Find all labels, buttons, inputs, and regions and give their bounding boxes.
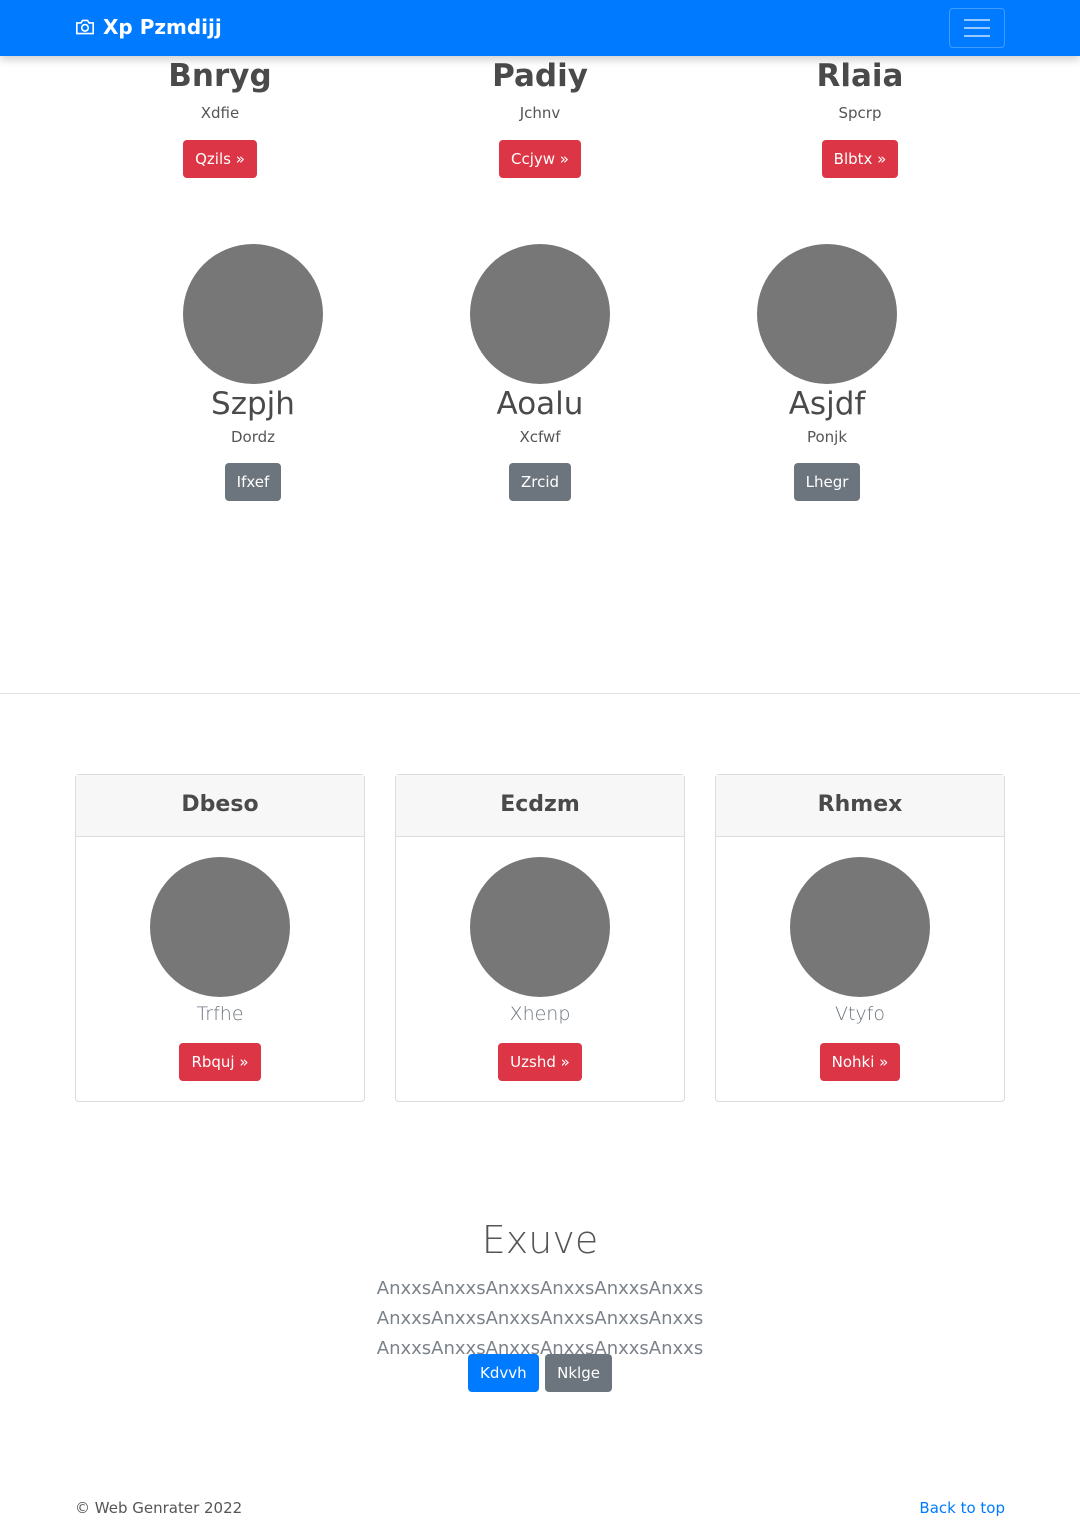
item-subtitle: Spcrp <box>838 104 882 122</box>
card-subtitle: Trfhe <box>196 1003 244 1025</box>
item-name: Szpjh <box>211 386 295 422</box>
card-button[interactable]: Rbquj » <box>179 1043 261 1081</box>
card: Dbeso Trfhe Rbquj » <box>75 774 365 1102</box>
card-avatar-placeholder <box>150 857 290 997</box>
row2-button[interactable]: Ifxef <box>224 463 282 501</box>
section-divider <box>0 693 1080 694</box>
item-name: Rlaia <box>816 58 904 94</box>
brand-title: Xp Pzmdijj <box>103 15 222 39</box>
hero-secondary-button[interactable]: Nklge <box>545 1354 612 1392</box>
item-subtitle: Dordz <box>230 428 276 446</box>
item-name: Asjdf <box>788 386 866 422</box>
row1-item: Bnryg Xdfie Qzils » <box>120 58 320 178</box>
card-title: Ecdzm <box>396 775 684 837</box>
card-title: Dbeso <box>76 775 364 837</box>
row2-item: Asjdf Ponjk Lhegr <box>727 244 927 501</box>
item-subtitle: Xcfwf <box>519 428 561 446</box>
card-button[interactable]: Uzshd » <box>498 1043 582 1081</box>
back-to-top-link[interactable]: Back to top <box>919 1499 1005 1517</box>
hero-buttons: Kdvvh Nklge <box>0 1354 1080 1392</box>
hero-primary-button[interactable]: Kdvvh <box>468 1354 539 1392</box>
card-subtitle: Vtyfo <box>834 1003 885 1025</box>
item-name: Padiy <box>492 58 588 94</box>
card: Ecdzm Xhenp Uzshd » <box>395 774 685 1102</box>
hamburger-icon <box>964 19 990 21</box>
item-name: Bnryg <box>168 58 272 94</box>
row1-button[interactable]: Qzils » <box>183 140 257 178</box>
row2-item: Aoalu Xcfwf Zrcid <box>440 244 640 501</box>
hero-text: AnxxsAnxxsAnxxsAnxxsAnxxsAnxxs AnxxsAnxx… <box>376 1278 704 1359</box>
row2-button[interactable]: Zrcid <box>508 463 572 501</box>
row2-button[interactable]: Lhegr <box>793 463 861 501</box>
navbar-toggle-button[interactable] <box>949 8 1005 48</box>
card-title: Rhmex <box>716 775 1004 837</box>
camera-icon <box>76 19 94 35</box>
card: Rhmex Vtyfo Nohki » <box>715 774 1005 1102</box>
row1-item: Padiy Jchnv Ccjyw » <box>440 58 640 178</box>
item-name: Aoalu <box>496 386 584 422</box>
footer-copyright: © Web Genrater 2022 <box>75 1499 243 1517</box>
avatar-placeholder <box>183 244 323 384</box>
row2-item: Szpjh Dordz Ifxef <box>153 244 353 501</box>
item-subtitle: Xdfie <box>200 104 240 122</box>
brand-link[interactable]: Xp Pzmdijj <box>75 15 222 39</box>
navbar: Xp Pzmdijj <box>0 0 1080 56</box>
row1-button[interactable]: Blbtx » <box>821 140 899 178</box>
card-subtitle: Xhenp <box>509 1003 571 1025</box>
card-button[interactable]: Nohki » <box>819 1043 901 1081</box>
avatar-placeholder <box>757 244 897 384</box>
hero-title: Exuve <box>481 1218 599 1262</box>
avatar-placeholder <box>470 244 610 384</box>
item-subtitle: Jchnv <box>519 104 561 122</box>
row1-button[interactable]: Ccjyw » <box>499 140 581 178</box>
card-avatar-placeholder <box>470 857 610 997</box>
row1-item: Rlaia Spcrp Blbtx » <box>760 58 960 178</box>
item-subtitle: Ponjk <box>806 428 848 446</box>
card-avatar-placeholder <box>790 857 930 997</box>
